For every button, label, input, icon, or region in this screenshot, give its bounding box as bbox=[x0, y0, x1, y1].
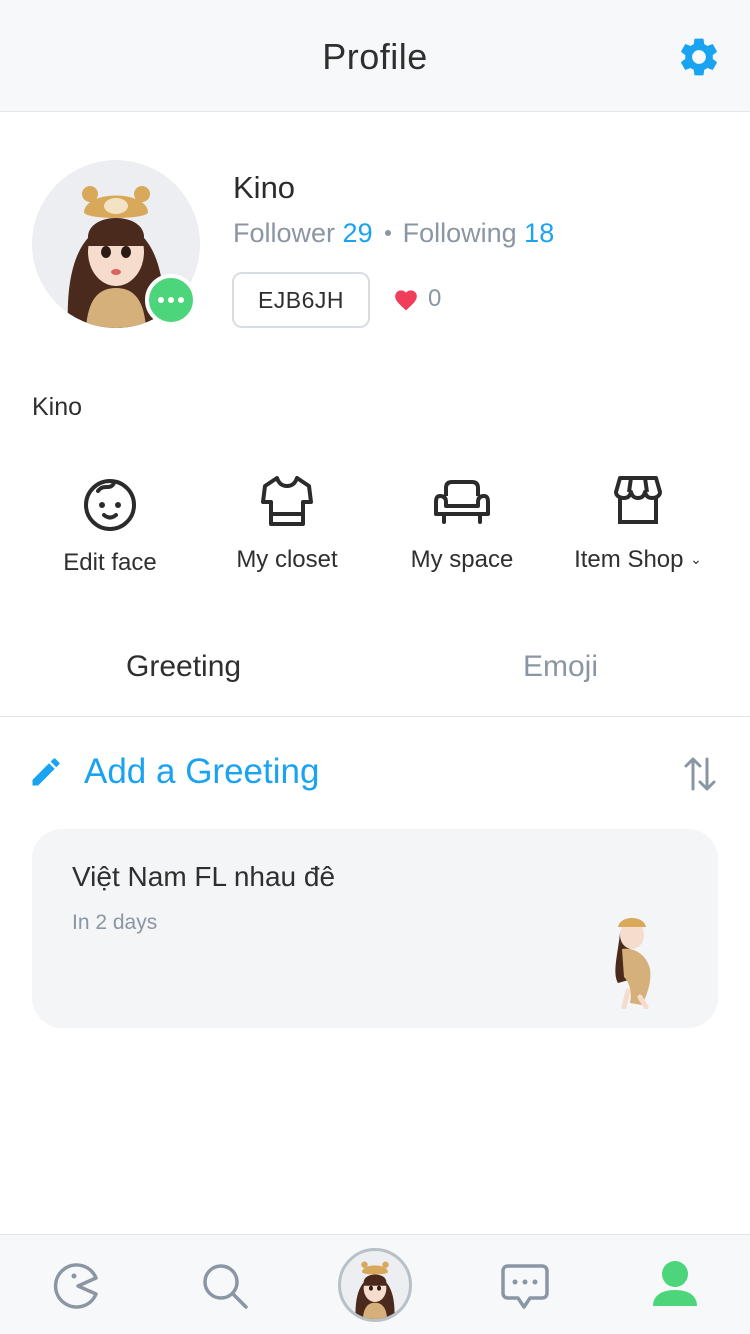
sort-icon[interactable] bbox=[683, 755, 717, 793]
chevron-down-icon: ⌄ bbox=[690, 551, 702, 567]
shirt-icon bbox=[261, 476, 313, 526]
my-closet-button[interactable]: My closet bbox=[197, 470, 377, 574]
edit-face-button[interactable]: Edit face bbox=[20, 470, 200, 577]
profile-icon[interactable] bbox=[652, 1260, 698, 1308]
add-greeting-label: Add a Greeting bbox=[84, 752, 320, 791]
follow-stats: Follower 29 Following 18 bbox=[233, 218, 554, 249]
gear-icon[interactable] bbox=[676, 34, 722, 80]
avatar-pose-image bbox=[615, 918, 651, 1009]
sofa-icon bbox=[434, 480, 490, 524]
avatar-icon[interactable] bbox=[338, 1248, 412, 1322]
profile-bio: Kino bbox=[32, 393, 83, 421]
follower-label: Follower bbox=[233, 218, 336, 248]
my-closet-label: My closet bbox=[236, 546, 338, 573]
add-greeting-button[interactable]: Add a Greeting bbox=[28, 752, 319, 792]
edit-face-label: Edit face bbox=[63, 549, 157, 576]
tab-emoji[interactable]: Emoji bbox=[523, 650, 598, 684]
my-space-button[interactable]: My space bbox=[372, 470, 552, 574]
my-space-label: My space bbox=[410, 546, 514, 573]
profile-code-button[interactable]: EJB6JH bbox=[232, 272, 370, 328]
chat-icon[interactable] bbox=[500, 1262, 550, 1312]
item-shop-label: Item Shop ⌄ bbox=[574, 546, 702, 573]
pencil-icon bbox=[32, 758, 60, 786]
avatar-thumbnail bbox=[355, 1261, 395, 1319]
page-title: Profile bbox=[322, 36, 428, 77]
following-link[interactable]: Following 18 bbox=[403, 218, 555, 248]
pacman-icon[interactable] bbox=[52, 1262, 100, 1310]
greeting-card[interactable]: Việt Nam FL nhau đê In 2 days bbox=[32, 829, 718, 1028]
like-count: 0 bbox=[428, 285, 442, 312]
separator-dot bbox=[384, 229, 391, 236]
follower-link[interactable]: Follower 29 bbox=[233, 218, 373, 248]
following-label: Following bbox=[402, 218, 517, 248]
greeting-text: Việt Nam FL nhau đê bbox=[72, 861, 336, 892]
search-icon[interactable] bbox=[200, 1261, 250, 1311]
bottom-navigation bbox=[0, 1234, 750, 1334]
more-options-badge[interactable] bbox=[145, 274, 197, 326]
tab-greeting[interactable]: Greeting bbox=[126, 650, 241, 684]
item-shop-button[interactable]: Item Shop ⌄ bbox=[548, 470, 728, 574]
profile-name: Kino bbox=[233, 170, 296, 205]
follower-count: 29 bbox=[342, 218, 373, 248]
shop-icon bbox=[614, 476, 662, 524]
heart-icon[interactable] bbox=[393, 287, 419, 311]
face-icon bbox=[84, 479, 136, 531]
top-bar: Profile bbox=[0, 0, 750, 112]
following-count: 18 bbox=[524, 218, 555, 248]
content-tabs: Greeting Emoji bbox=[0, 626, 750, 717]
greeting-time: In 2 days bbox=[72, 911, 158, 934]
